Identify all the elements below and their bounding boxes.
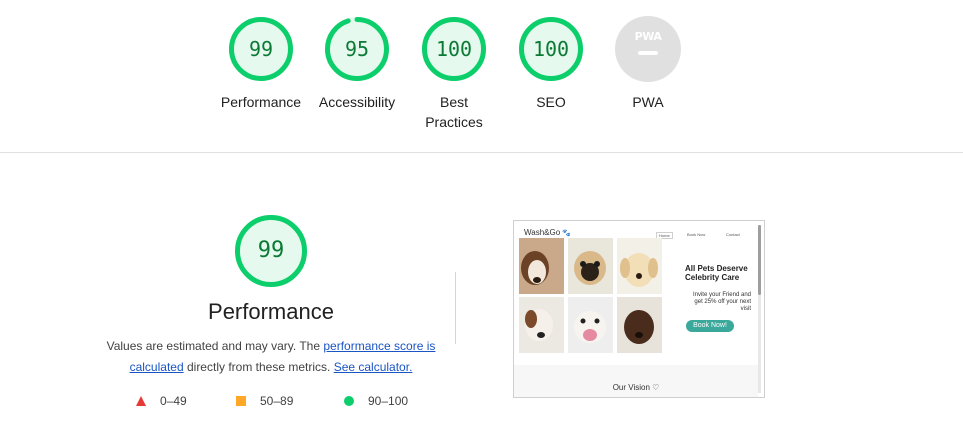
gauge-ring: 99	[228, 16, 294, 82]
legend-range: 90–100	[368, 394, 409, 408]
description-text: directly from these metrics.	[183, 360, 334, 374]
thumbnail-nav-book: Book Now	[687, 232, 706, 237]
circle-icon	[344, 396, 354, 406]
gauge-label: Performance	[220, 94, 302, 110]
bulldog-photo	[568, 297, 613, 353]
gauge-ring: 95	[324, 16, 390, 82]
gauge-ring: 100	[518, 16, 584, 82]
gauge-label: SEO	[536, 94, 566, 110]
gauge-pwa[interactable]: PWA PWA	[600, 16, 696, 112]
dog-photo-grid	[519, 238, 662, 353]
section-divider	[0, 152, 963, 153]
thumbnail-brand: Wash&Go 🐾	[524, 228, 572, 237]
paw-icon: 🐾	[562, 230, 572, 237]
vertical-divider	[455, 272, 456, 344]
gauge-score: 100	[532, 37, 570, 61]
pug-photo	[568, 238, 613, 294]
pwa-dash-icon	[638, 51, 658, 55]
gauge-score: 100	[435, 37, 473, 61]
golden-puppy-photo	[617, 238, 662, 294]
performance-title: Performance	[208, 299, 334, 324]
beagle-photo	[519, 238, 564, 294]
gauge-score: 95	[344, 37, 370, 61]
thumbnail-book-button: Book Now!	[686, 320, 734, 332]
square-icon	[236, 396, 246, 406]
gauge-label: PWA	[632, 94, 664, 110]
final-screenshot[interactable]: Wash&Go 🐾 Home Book Now Contact All Pets…	[513, 220, 765, 398]
pwa-badge-text: PWA	[634, 30, 662, 43]
performance-description: Values are estimated and may vary. The p…	[104, 336, 438, 378]
triangle-icon	[136, 396, 146, 406]
gauge-ring: 100	[421, 16, 487, 82]
thumbnail-nav: Wash&Go 🐾 Home Book Now Contact	[514, 221, 764, 239]
gauge-best-practices[interactable]: 100 Best Practices	[406, 16, 502, 132]
gauge-performance[interactable]: 99 Performance	[213, 16, 309, 112]
gauge-accessibility[interactable]: 95 Accessibility	[309, 16, 405, 112]
thumbnail-subtext: Invite your Friend and get 25% off your …	[692, 292, 751, 312]
gauge-seo[interactable]: 100 SEO	[503, 16, 599, 112]
gauge-label: Accessibility	[318, 94, 396, 110]
terrier-photo	[519, 297, 564, 353]
thumbnail-section-band	[514, 365, 758, 397]
gauge-score: 99	[248, 37, 274, 61]
legend-range: 50–89	[260, 394, 294, 408]
performance-gauge: 99	[234, 214, 308, 288]
performance-score: 99	[257, 238, 285, 263]
description-text: Values are estimated and may vary. The	[106, 339, 324, 353]
category-gauges: 99 Performance 95 Accessibility 100 Best…	[0, 0, 963, 152]
chocolate-lab-photo	[617, 297, 662, 353]
thumbnail-nav-contact: Contact	[726, 232, 740, 237]
thumbnail-section-title: Our Vision ♡	[612, 383, 660, 392]
thumbnail-scroll-thumb	[758, 225, 761, 295]
see-calculator-link[interactable]: See calculator.	[334, 360, 413, 374]
gauge-label: Best Practices	[425, 94, 483, 130]
legend-range: 0–49	[160, 394, 187, 408]
thumbnail-headline: All Pets Deserve Celebrity Care	[685, 264, 748, 282]
pwa-badge-icon: PWA	[615, 16, 681, 82]
